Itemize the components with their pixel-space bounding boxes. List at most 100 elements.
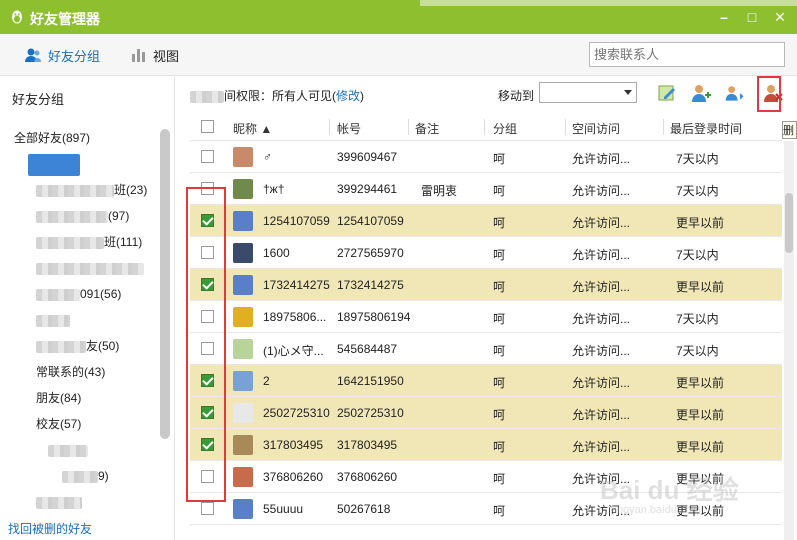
group-item-all[interactable]: 全部好友(897) bbox=[0, 125, 172, 151]
nickname-cell: 18975806... bbox=[263, 310, 327, 324]
column-separator bbox=[329, 119, 330, 135]
table-row[interactable]: 1600 2727565970 呵 允许访问... 7天以内 bbox=[190, 237, 782, 269]
account-cell: 376806260 bbox=[337, 470, 398, 484]
space-access-cell: 允许访问... bbox=[572, 152, 631, 166]
people-icon bbox=[25, 48, 41, 62]
avatar bbox=[233, 403, 253, 423]
column-last-login[interactable]: 最后登录时间 bbox=[670, 120, 742, 137]
column-separator bbox=[408, 119, 409, 135]
group-item[interactable] bbox=[0, 489, 172, 515]
column-separator bbox=[484, 119, 485, 135]
table-scrollbar[interactable] bbox=[784, 141, 794, 540]
friend-table-header: 昵称 ▲ 帐号 备注 分组 空间访问 最后登录时间 bbox=[190, 113, 782, 141]
avatar bbox=[233, 371, 253, 391]
avatar bbox=[233, 307, 253, 327]
tab-friend-groups[interactable]: 好友分组 bbox=[24, 45, 100, 65]
space-access-cell: 允许访问... bbox=[572, 376, 631, 390]
column-space-access[interactable]: 空间访问 bbox=[572, 120, 620, 137]
move-to-dropdown[interactable] bbox=[539, 82, 637, 103]
table-row[interactable]: 18975806... 18975806194 呵 允许访问... 7天以内 bbox=[190, 301, 782, 333]
last-login-cell: 7天以内 bbox=[676, 248, 719, 262]
blurred-text bbox=[36, 314, 70, 327]
table-row[interactable]: 2502725310 2502725310 呵 允许访问... 更早以前 bbox=[190, 397, 782, 429]
group-item[interactable] bbox=[0, 307, 172, 333]
baidu-watermark: Bai du 经验 bbox=[600, 475, 739, 505]
avatar bbox=[233, 211, 253, 231]
minimize-button[interactable]: – bbox=[716, 9, 732, 25]
space-access-cell: 允许访问... bbox=[572, 216, 631, 230]
friend-manager-window: 好友管理器 – □ ✕ 好友分组 视图 好友分组 全部好友(897) 班(23)… bbox=[0, 0, 797, 540]
column-group[interactable]: 分组 bbox=[493, 120, 517, 137]
avatar bbox=[233, 275, 253, 295]
tab-view-label: 视图 bbox=[153, 48, 180, 64]
group-item[interactable]: 常联系的(43) bbox=[0, 359, 172, 385]
table-row[interactable]: 2 1642151950 呵 允许访问... 更早以前 bbox=[190, 365, 782, 397]
toolbar: 好友分组 视图 bbox=[0, 34, 797, 76]
blurred-text bbox=[36, 184, 114, 197]
table-row[interactable]: 317803495 317803495 呵 允许访问... 更早以前 bbox=[190, 429, 782, 461]
account-cell: 399294461 bbox=[337, 182, 398, 196]
column-account[interactable]: 帐号 bbox=[337, 120, 361, 137]
nickname-cell: ♂ bbox=[263, 150, 272, 164]
blurred-text bbox=[36, 288, 80, 301]
row-checkbox[interactable] bbox=[201, 150, 214, 163]
group-item[interactable]: 校友(57) bbox=[0, 411, 172, 437]
modify-permission-link[interactable]: 修改 bbox=[336, 89, 360, 103]
column-note[interactable]: 备注 bbox=[415, 120, 439, 137]
table-row[interactable]: (1)心メ守... 545684487 呵 允许访问... 7天以内 bbox=[190, 333, 782, 365]
table-row[interactable]: ♂ 399609467 呵 允许访问... 7天以内 bbox=[190, 141, 782, 173]
group-item[interactable]: 9) bbox=[0, 463, 172, 489]
add-friend-icon[interactable] bbox=[690, 82, 712, 104]
tab-view[interactable]: 视图 bbox=[131, 45, 179, 65]
blurred-text bbox=[36, 496, 82, 509]
table-scrollbar-thumb[interactable] bbox=[785, 193, 793, 253]
selected-group-highlight bbox=[28, 153, 80, 176]
nickname-cell: †ж† bbox=[263, 182, 285, 196]
delete-tooltip: 删 bbox=[782, 121, 797, 139]
group-item[interactable] bbox=[0, 255, 172, 281]
group-item[interactable] bbox=[0, 437, 172, 463]
table-row[interactable]: 1732414275 1732414275 呵 允许访问... 更早以前 bbox=[190, 269, 782, 301]
delete-button-highlight bbox=[757, 76, 781, 112]
group-item[interactable]: 091(56) bbox=[0, 281, 172, 307]
table-row[interactable]: †ж† 399294461 雷明衷 呵 允许访问... 7天以内 bbox=[190, 173, 782, 205]
group-item[interactable]: (97) bbox=[0, 203, 172, 229]
group-item[interactable]: 班(23) bbox=[0, 177, 172, 203]
select-all-checkbox[interactable] bbox=[201, 120, 214, 133]
avatar bbox=[233, 435, 253, 455]
avatar bbox=[233, 243, 253, 263]
search-input[interactable] bbox=[589, 42, 785, 67]
group-list: 全部好友(897) 班(23) (97) 班(111) 091(56) 友(50… bbox=[0, 125, 172, 515]
group-item[interactable]: 朋友(84) bbox=[0, 385, 172, 411]
table-row[interactable]: 1254107059 1254107059 呵 允许访问... 更早以前 bbox=[190, 205, 782, 237]
close-button[interactable]: ✕ bbox=[772, 9, 788, 25]
row-checkbox[interactable] bbox=[201, 502, 214, 515]
title-bar[interactable]: 好友管理器 – □ ✕ bbox=[0, 0, 797, 34]
sidebar-scrollbar[interactable] bbox=[160, 129, 170, 439]
tab-friend-groups-label: 好友分组 bbox=[48, 48, 101, 64]
space-access-cell: 允许访问... bbox=[572, 440, 631, 454]
recover-deleted-friends-link[interactable]: 找回被删的好友 bbox=[8, 520, 92, 537]
account-cell: 1642151950 bbox=[337, 374, 404, 388]
edit-note-icon[interactable] bbox=[656, 82, 678, 104]
group-cell: 呵 bbox=[493, 312, 506, 326]
move-friend-menu-icon[interactable] bbox=[724, 82, 746, 104]
column-nickname[interactable]: 昵称 ▲ bbox=[233, 120, 272, 137]
nickname-cell: 2502725310 bbox=[263, 406, 330, 420]
background-strip bbox=[420, 0, 797, 6]
blurred-text bbox=[36, 262, 144, 275]
maximize-button[interactable]: □ bbox=[744, 9, 760, 25]
account-cell: 2502725310 bbox=[337, 406, 404, 420]
group-cell: 呵 bbox=[493, 440, 506, 454]
group-item[interactable] bbox=[0, 151, 172, 177]
last-login-cell: 7天以内 bbox=[676, 152, 719, 166]
space-access-cell: 允许访问... bbox=[572, 344, 631, 358]
account-cell: 18975806194 bbox=[337, 310, 411, 324]
avatar bbox=[233, 467, 253, 487]
group-cell: 呵 bbox=[493, 504, 506, 518]
last-login-cell: 更早以前 bbox=[676, 280, 725, 294]
group-item[interactable]: 友(50) bbox=[0, 333, 172, 359]
group-cell: 呵 bbox=[493, 376, 506, 390]
space-access-cell: 允许访问... bbox=[572, 248, 631, 262]
group-item[interactable]: 班(111) bbox=[0, 229, 172, 255]
